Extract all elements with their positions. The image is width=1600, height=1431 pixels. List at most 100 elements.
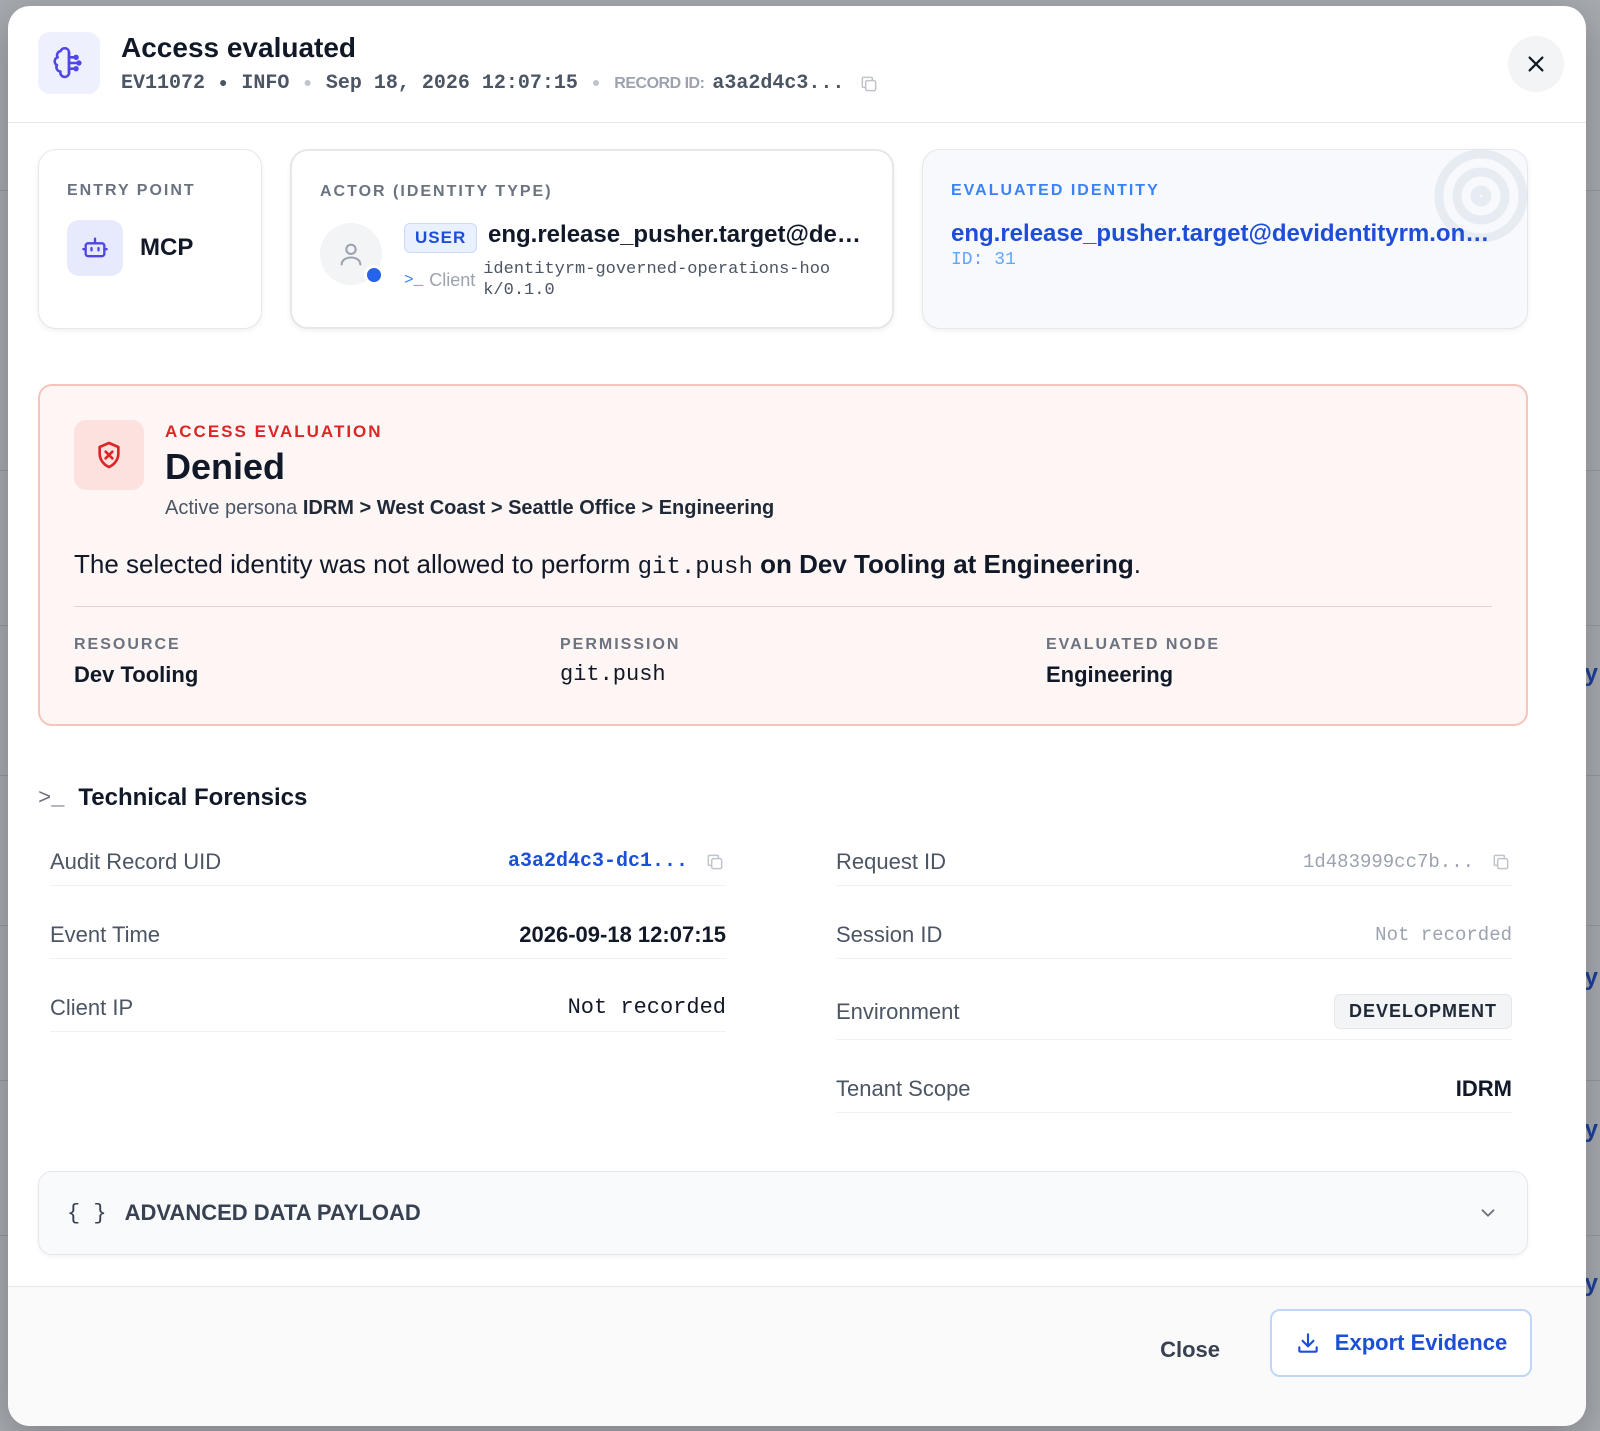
fact-value: Engineering: [1046, 662, 1174, 687]
braces-icon: { }: [67, 1200, 107, 1226]
forensics-row-tenant-scope: Tenant Scope IDRM: [836, 1065, 1512, 1113]
fact-value: git.push: [560, 662, 666, 687]
fact-label: RESOURCE: [74, 636, 181, 653]
active-persona: Active persona IDRM > West Coast > Seatt…: [165, 497, 774, 520]
request-id-value: 1d483999cc7b...: [1302, 850, 1474, 873]
background-text-fragment: y: [1584, 1270, 1598, 1297]
forensics-row-environment: Environment DEVELOPMENT: [836, 984, 1512, 1040]
fact-permission: PERMISSION git.push: [560, 636, 680, 687]
dialog-footer: Close Export Evidence: [8, 1286, 1586, 1426]
evaluated-identity-name[interactable]: eng.release_pusher.target@devidentityrm.…: [951, 220, 1491, 248]
row-value-group: 1d483999cc7b...: [1303, 851, 1512, 873]
actor-label: ACTOR (IDENTITY TYPE): [320, 183, 553, 200]
download-icon: [1298, 1333, 1318, 1353]
row-key: Environment: [836, 998, 960, 1024]
row-value: Not recorded: [567, 995, 726, 1020]
fact-label: EVALUATED NODE: [1046, 636, 1221, 653]
access-evaluated-dialog: Access evaluated EV11072 ● INFO ● Sep 18…: [8, 6, 1586, 1426]
shield-x-icon: [74, 420, 144, 490]
evaluation-sentence: The selected identity was not allowed to…: [74, 549, 1141, 581]
evaluated-identity-id: ID: 31: [951, 250, 1016, 270]
chevron-down-icon: [1481, 1209, 1495, 1217]
event-meta: EV11072 ● INFO ● Sep 18, 2026 12:07:15 ●…: [121, 72, 880, 95]
entry-point-label: ENTRY POINT: [67, 182, 196, 199]
row-value: 2026-09-18 12:07:15: [519, 921, 726, 947]
user-icon: [340, 243, 362, 266]
evaluation-result: Denied: [165, 446, 286, 487]
row-key: Session ID: [836, 921, 943, 947]
evaluation-eyebrow: ACCESS EVALUATION: [165, 422, 383, 441]
separator-dot: ●: [591, 75, 601, 92]
terminal-icon: >_: [38, 785, 65, 811]
sentence-text: on: [760, 549, 792, 579]
sentence-permission: git.push: [637, 554, 753, 581]
close-icon: [1528, 56, 1544, 72]
audit-record-uid-link[interactable]: a3a2d4c3-dc1...: [508, 850, 688, 873]
forensics-title: Technical Forensics: [78, 784, 308, 811]
persona-prefix: Active persona: [165, 497, 298, 519]
status-dot: [364, 265, 384, 285]
fact-value: Dev Tooling: [74, 662, 199, 687]
robot-icon: [67, 220, 123, 276]
record-id-value: a3a2d4c3...: [712, 72, 845, 95]
forensics-row-client-ip: Client IP Not recorded: [50, 984, 726, 1032]
copy-icon[interactable]: [704, 851, 726, 873]
forensics-heading: >_ Technical Forensics: [38, 784, 307, 812]
evaluated-identity-label: EVALUATED IDENTITY: [951, 182, 1160, 199]
event-timestamp: Sep 18, 2026 12:07:15: [325, 72, 578, 95]
row-key: Client IP: [50, 994, 134, 1020]
sentence-node: Engineering: [983, 549, 1134, 579]
sentence-text: .: [1133, 549, 1142, 579]
row-key: Request ID: [836, 848, 947, 874]
entry-point-card: ENTRY POINT MCP: [38, 149, 262, 329]
row-value-group: a3a2d4c3-dc1...: [508, 850, 726, 873]
identity-type-badge: USER: [404, 223, 478, 253]
event-code: EV11072: [121, 72, 206, 95]
fact-resource: RESOURCE Dev Tooling: [74, 636, 198, 688]
fact-evaluated-node: EVALUATED NODE Engineering: [1046, 636, 1220, 688]
separator-dot: ●: [303, 75, 312, 92]
row-value: IDRM: [1455, 1075, 1512, 1101]
dialog-title: Access evaluated: [121, 32, 357, 63]
dialog-header: Access evaluated EV11072 ● INFO ● Sep 18…: [8, 6, 1586, 123]
divider: [74, 606, 1492, 607]
background-text-fragment: y: [1584, 1116, 1598, 1143]
background-text-fragment: y: [1584, 964, 1598, 991]
client-label: Client: [429, 269, 476, 290]
terminal-icon: >_: [404, 271, 424, 289]
brain-icon: [38, 32, 100, 94]
advanced-data-payload-toggle[interactable]: { } ADVANCED DATA PAYLOAD: [38, 1171, 1528, 1255]
actor-name: eng.release_pusher.target@devi...: [488, 221, 868, 248]
environment-badge: DEVELOPMENT: [1333, 994, 1512, 1029]
fact-label: PERMISSION: [560, 636, 681, 653]
row-value: Not recorded: [1375, 923, 1512, 946]
forensics-row-session-id: Session ID Not recorded: [836, 911, 1512, 959]
record-id-label: RECORD ID:: [614, 74, 705, 92]
avatar: [320, 223, 384, 285]
row-key: Tenant Scope: [836, 1075, 971, 1101]
client-value: identityrm-governed-operations-hook/0.1.…: [483, 260, 831, 300]
payload-label: ADVANCED DATA PAYLOAD: [124, 1200, 421, 1225]
background-text-fragment: y: [1584, 660, 1598, 687]
persona-path: IDRM > West Coast > Seattle Office > Eng…: [302, 497, 775, 519]
copy-icon[interactable]: [858, 73, 880, 95]
close-button[interactable]: Close: [1146, 1327, 1234, 1373]
close-icon-button[interactable]: [1508, 36, 1564, 92]
separator-dot: ●: [219, 75, 228, 92]
entry-point-value: MCP: [140, 234, 194, 261]
forensics-row-request-id: Request ID 1d483999cc7b...: [836, 838, 1512, 886]
row-key: Event Time: [50, 921, 161, 947]
copy-icon[interactable]: [1490, 851, 1512, 873]
export-evidence-label: Export Evidence: [1334, 1330, 1508, 1355]
access-evaluation-panel: ACCESS EVALUATION Denied Active persona …: [38, 384, 1528, 726]
evaluated-identity-card: EVALUATED IDENTITY eng.release_pusher.ta…: [922, 149, 1528, 329]
forensics-row-event-time: Event Time 2026-09-18 12:07:15: [50, 911, 726, 959]
sentence-text: The selected identity was not allowed to…: [74, 549, 631, 579]
client-label-wrap: >_ Client: [404, 259, 475, 301]
client-row: >_ Client identityrm-governed-operations…: [404, 259, 843, 301]
row-key: Audit Record UID: [50, 848, 222, 874]
sentence-text: at: [953, 549, 977, 579]
sentence-resource: Dev Tooling: [799, 549, 946, 579]
export-evidence-button[interactable]: Export Evidence: [1270, 1309, 1532, 1377]
event-level: INFO: [241, 72, 290, 95]
